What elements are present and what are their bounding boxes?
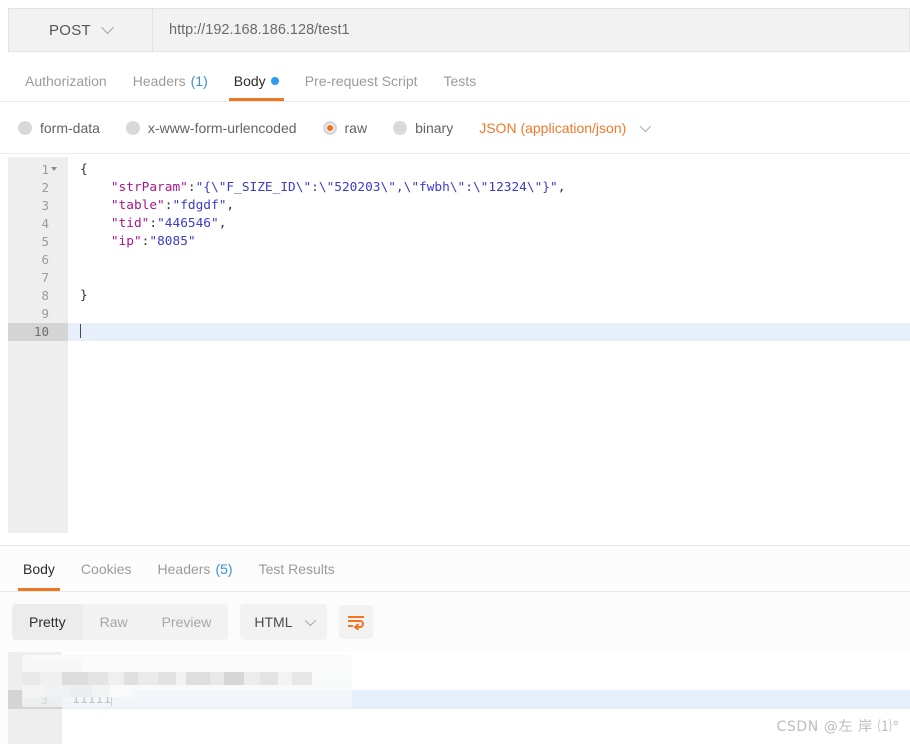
editor-line[interactable]: 10 [8,323,910,341]
response-tab-body[interactable]: Body [10,546,68,591]
body-type-label: x-www-form-urlencoded [147,119,297,136]
editor-line[interactable]: 4 "tid":"446546", [8,215,910,233]
tab-label: Headers [132,72,186,89]
request-tab-pre-request-script[interactable]: Pre-request Script [292,60,431,101]
body-type-label: form-data [40,119,100,136]
body-type-binary[interactable]: binary [393,120,453,136]
line-content: "tid":"446546", [110,216,227,231]
body-type-label: binary [415,119,454,136]
editor-line[interactable]: 6 [8,251,910,269]
editor-line[interactable]: 5 "ip":"8085" [8,233,910,251]
line-content: "ip":"8085" [110,234,196,249]
editor-line[interactable]: 7 [8,269,910,287]
view-mode-preview[interactable]: Preview [145,604,229,640]
format-dropdown[interactable]: HTML [240,603,327,640]
tab-label: Pre-request Script [304,72,418,89]
tab-label: Headers [157,560,211,577]
line-content: "strParam":"{\"F_SIZE_ID\":\"520203\",\"… [110,180,566,195]
radio-icon[interactable] [18,120,32,135]
tab-label: Authorization [25,72,107,89]
request-tab-headers[interactable]: Headers (1) [120,60,221,101]
line-content [68,323,81,341]
request-tab-tests[interactable]: Tests [431,60,490,101]
request-tabs: Authorization Headers (1) Body Pre-request S… [0,60,910,102]
chevron-down-icon [101,20,114,34]
info-icon: i [8,652,62,671]
response-line[interactable]: i [8,652,910,671]
line-content: 11111 [72,692,113,707]
radio-icon[interactable] [393,120,408,135]
body-type-form-data[interactable]: form-data [18,120,100,136]
radio-icon[interactable] [322,120,337,135]
line-number: 7 [8,269,68,287]
tab-label: Body [233,72,266,89]
editor-line[interactable]: 1{ [8,161,910,179]
line-number: 3 [8,690,62,709]
line-number: 6 [8,251,68,269]
response-line[interactable]: 2 [8,671,910,690]
chevron-down-icon [304,614,316,626]
request-tab-authorization[interactable]: Authorization [12,60,120,101]
view-mode-group: Pretty Raw Preview [12,603,229,640]
body-type-x-www-form-urlencoded[interactable]: x-www-form-urlencoded [125,119,297,136]
url-bar: POST http://192.168.186.128/test1 [8,8,910,52]
method-dropdown[interactable]: POST [8,8,152,52]
content-type-dropdown[interactable]: JSON (application/json) [479,119,652,136]
line-number: 4 [8,215,68,233]
url-input[interactable]: http://192.168.186.128/test1 [152,8,910,52]
line-number: 2 [8,671,62,690]
unsaved-dot-icon [270,76,279,85]
editor-line[interactable]: 9 [8,305,910,323]
postman-window: POST http://192.168.186.128/test1 Author… [0,0,910,744]
response-tab-cookies[interactable]: Cookies [68,546,145,591]
tab-count: (5) [215,560,233,577]
editor-line[interactable]: 2 "strParam":"{\"F_SIZE_ID\":\"520203\",… [8,179,910,197]
tab-label: Tests [443,72,477,89]
editor-line[interactable]: 8} [8,287,910,305]
response-toolbar: Pretty Raw Preview HTML [0,592,910,651]
line-number: 2 [8,179,68,197]
body-type-label: raw [344,119,368,136]
view-mode-raw[interactable]: Raw [83,604,145,640]
response-body-viewer[interactable]: i 2 3 11111 [8,652,910,744]
tab-label: Body [23,560,55,577]
format-label: HTML [254,613,293,630]
tab-count: (1) [190,72,208,89]
request-body-editor[interactable]: 1{2 "strParam":"{\"F_SIZE_ID\":\"520203\… [8,157,910,533]
tab-label: Test Results [258,560,335,577]
line-content: "table":"fdgdf", [110,198,235,213]
word-wrap-icon[interactable] [338,604,373,639]
body-type-raw[interactable]: raw [322,119,368,136]
line-number: 5 [8,233,68,251]
line-number: 1 [8,161,68,179]
response-tab-test-results[interactable]: Test Results [246,546,348,591]
method-label: POST [48,21,92,39]
fold-arrow-icon[interactable] [51,167,57,171]
response-panel: Body Cookies Headers (5) Test Results Pretty… [0,546,910,744]
view-mode-pretty[interactable]: Pretty [12,603,83,640]
line-number: 8 [8,287,68,305]
line-number: 3 [8,197,68,215]
body-type-row: form-data x-www-form-urlencoded raw binary … [0,102,910,154]
response-tab-headers[interactable]: Headers (5) [145,546,246,591]
tab-label: Cookies [80,560,132,577]
response-tabs: Body Cookies Headers (5) Test Results [0,546,910,592]
watermark: CSDN @左 岸 ⑴° [776,719,900,735]
request-tab-body[interactable]: Body [221,60,292,101]
text-cursor [111,692,113,706]
line-number: 9 [8,305,68,323]
line-content: { [80,162,88,177]
response-line[interactable]: 3 11111 [8,690,910,709]
radio-icon[interactable] [125,120,140,135]
line-content: } [80,288,88,303]
text-cursor [80,324,81,338]
editor-line[interactable]: 3 "table":"fdgdf", [8,197,910,215]
chevron-down-icon [640,120,652,132]
line-number: 10 [8,323,68,341]
content-type-label: JSON (application/json) [479,119,627,136]
